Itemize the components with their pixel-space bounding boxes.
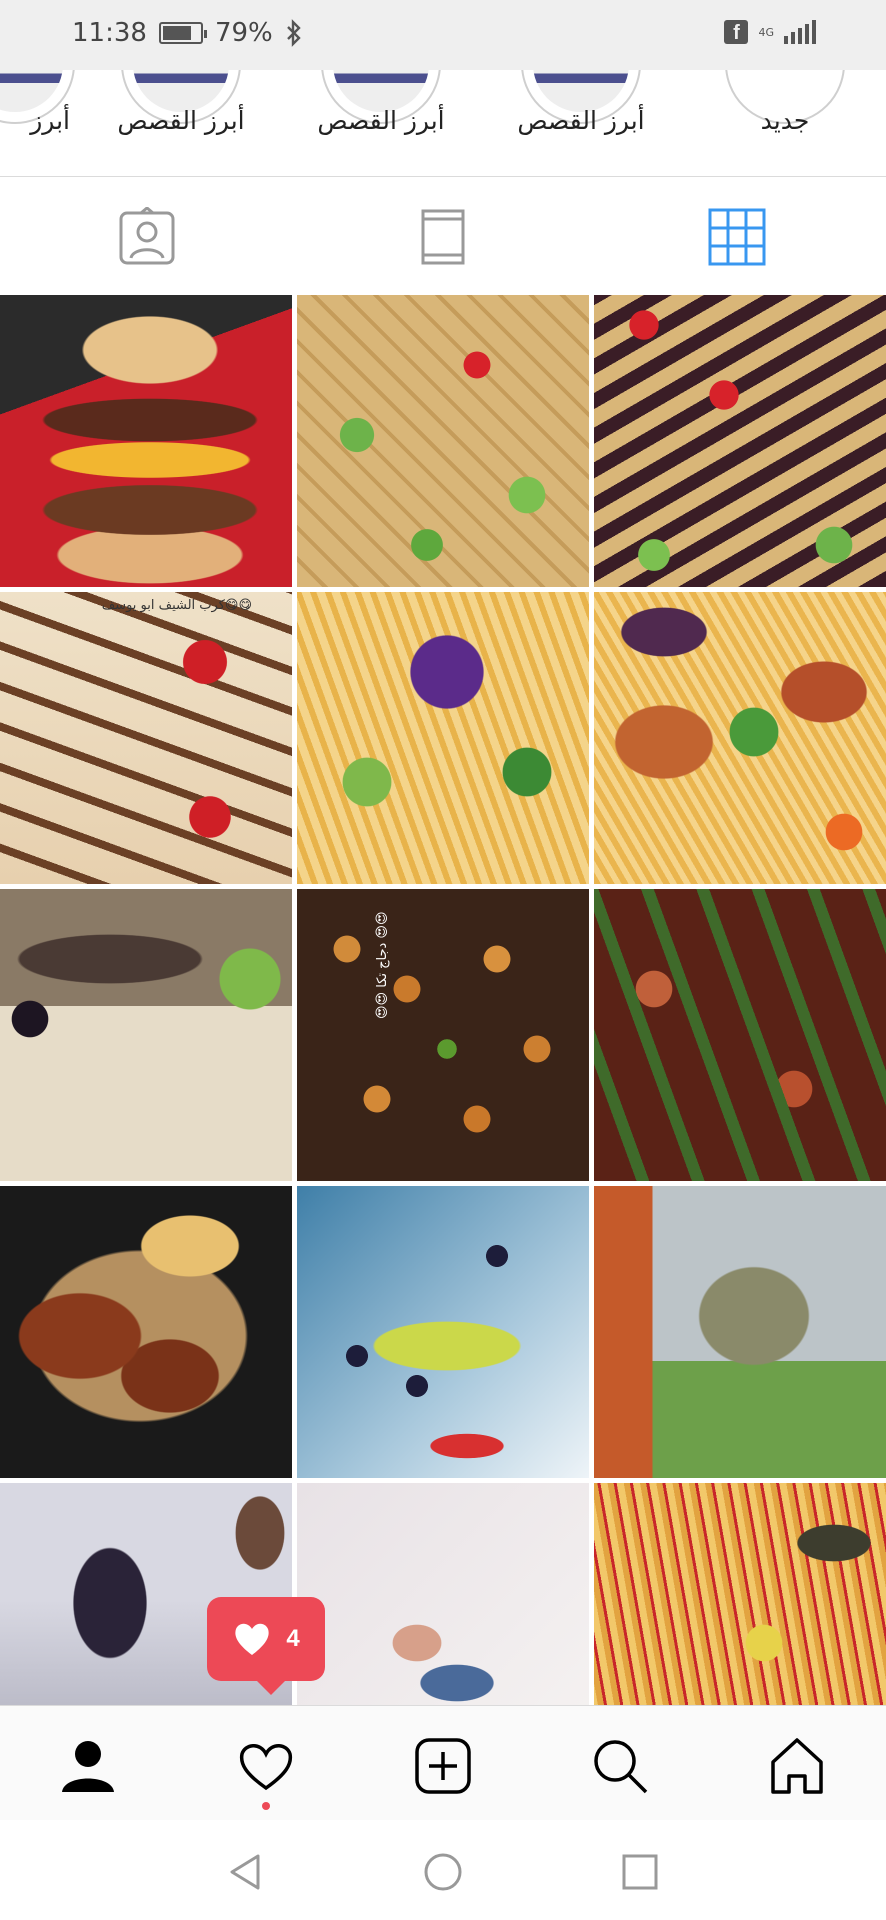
post-thumbnail[interactable]	[0, 1186, 292, 1478]
highlight-new[interactable]: جديد	[700, 70, 870, 176]
bottom-nav	[0, 1705, 886, 1820]
feed-icon	[421, 209, 465, 265]
status-bar: 11:38 79% f 4G	[0, 0, 886, 70]
person-tag-icon	[119, 206, 175, 265]
nav-home[interactable]	[767, 1736, 827, 1796]
post-thumbnail[interactable]	[594, 1483, 886, 1705]
nav-profile[interactable]	[58, 1736, 118, 1796]
nav-search[interactable]	[590, 1736, 650, 1796]
highlight-label: جديد	[760, 106, 810, 135]
add-post-icon	[415, 1738, 471, 1794]
post-thumbnail[interactable]	[0, 295, 292, 587]
status-right: f 4G	[724, 20, 816, 44]
battery-icon	[158, 22, 207, 44]
system-back-button[interactable]	[226, 1852, 266, 1892]
bluetooth-icon	[286, 19, 301, 47]
post-thumbnail[interactable]	[297, 592, 589, 884]
tab-tagged[interactable]	[117, 206, 177, 267]
recents-icon	[622, 1854, 658, 1890]
network-type: 4G	[758, 25, 774, 39]
highlight-label: أبرز القصص	[517, 106, 645, 135]
nav-activity[interactable]	[236, 1736, 296, 1796]
highlight-label: أبرز القصص	[317, 106, 445, 135]
post-thumbnail[interactable]	[297, 295, 589, 587]
likes-count: 4	[286, 1625, 300, 1652]
grid-icon	[708, 208, 766, 266]
search-icon	[594, 1740, 648, 1794]
post-caption-overlay: 😍😍 دجاج تكا 😍😍	[375, 911, 390, 1019]
highlight-item[interactable]: أبرز القصص	[496, 70, 666, 176]
system-nav-bar	[0, 1820, 886, 1920]
post-thumbnail[interactable]: 😋😋كرب الشيف ابو يوسف	[0, 592, 292, 884]
profile-tabs	[0, 177, 886, 295]
post-thumbnail[interactable]	[297, 1186, 589, 1478]
story-highlights: أبرز أبرز القصص أبرز القصص أبرز القصص جد…	[0, 70, 886, 176]
highlight-item[interactable]: أبرز القصص	[296, 70, 466, 176]
post-thumbnail[interactable]	[297, 1483, 589, 1705]
post-thumbnail[interactable]	[0, 889, 292, 1181]
signal-icon	[784, 20, 816, 44]
home-icon	[771, 1738, 823, 1794]
clock: 11:38	[72, 18, 147, 48]
system-recents-button[interactable]	[620, 1852, 660, 1892]
back-icon	[230, 1854, 260, 1890]
likes-notification[interactable]: 4	[207, 1597, 325, 1695]
heart-icon	[235, 1623, 269, 1655]
system-home-button[interactable]	[423, 1852, 463, 1892]
post-thumbnail[interactable]	[594, 1186, 886, 1478]
posts-grid: 😋😋كرب الشيف ابو يوسف 😍😍 دجاج تكا 😍😍	[0, 295, 886, 1705]
nav-new-post[interactable]	[413, 1736, 473, 1796]
highlight-item[interactable]: أبرز	[0, 70, 100, 176]
tab-grid[interactable]	[707, 207, 767, 267]
post-thumbnail[interactable]	[594, 295, 886, 587]
post-thumbnail[interactable]	[594, 889, 886, 1181]
activity-dot	[262, 1802, 270, 1810]
tab-igtv[interactable]	[413, 207, 473, 267]
post-thumbnail[interactable]	[594, 592, 886, 884]
post-caption-overlay: 😋😋كرب الشيف ابو يوسف	[101, 598, 252, 613]
status-left: 11:38 79%	[72, 18, 303, 48]
highlight-item[interactable]: أبرز القصص	[96, 70, 266, 176]
profile-icon	[62, 1741, 114, 1792]
heart-outline-icon	[239, 1744, 293, 1791]
home-circle-icon	[424, 1853, 462, 1891]
highlight-label: أبرز	[30, 106, 70, 135]
post-thumbnail[interactable]: 😍😍 دجاج تكا 😍😍	[297, 889, 589, 1181]
highlight-label: أبرز القصص	[117, 106, 245, 135]
battery-percent: 79%	[214, 18, 273, 48]
facebook-icon: f	[724, 20, 749, 44]
